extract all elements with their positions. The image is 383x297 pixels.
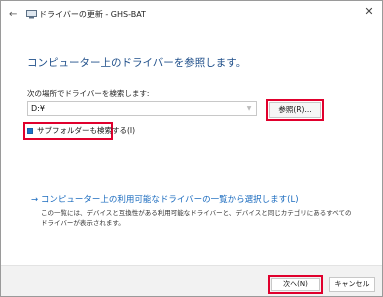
next-button[interactable]: 次へ(N): [271, 278, 320, 291]
device-icon: [26, 10, 37, 19]
choose-from-list-description: この一覧には、デバイスと互換性がある利用可能なドライバーと、デバイスと同じカテゴ…: [41, 209, 352, 227]
back-arrow-icon[interactable]: ←: [9, 9, 17, 21]
cancel-button[interactable]: キャンセル: [329, 277, 375, 292]
path-input-value: D:¥: [31, 104, 45, 113]
window-title: ドライバーの更新 - GHS-BAT: [39, 10, 146, 19]
browse-button[interactable]: 参照(R)...: [269, 102, 321, 118]
path-input[interactable]: D:¥ ▼: [27, 101, 257, 116]
include-subfolders-checkbox[interactable]: [27, 128, 33, 134]
choose-from-list-link[interactable]: → コンピューター上の利用可能なドライバーの一覧から選択します(L): [31, 194, 299, 206]
dialog-footer: [1, 265, 382, 296]
search-location-label: 次の場所でドライバーを検索します:: [27, 89, 150, 98]
title-bar: ← ドライバーの更新 - GHS-BAT ✕: [1, 1, 382, 31]
chevron-down-icon[interactable]: ▼: [245, 105, 253, 113]
update-driver-dialog: ← ドライバーの更新 - GHS-BAT ✕ コンピューター上のドライバーを参照…: [0, 0, 383, 297]
include-subfolders-label[interactable]: サブフォルダーも検索する(I): [37, 126, 135, 136]
close-icon[interactable]: ✕: [362, 5, 376, 19]
page-heading: コンピューター上のドライバーを参照します。: [27, 57, 247, 69]
